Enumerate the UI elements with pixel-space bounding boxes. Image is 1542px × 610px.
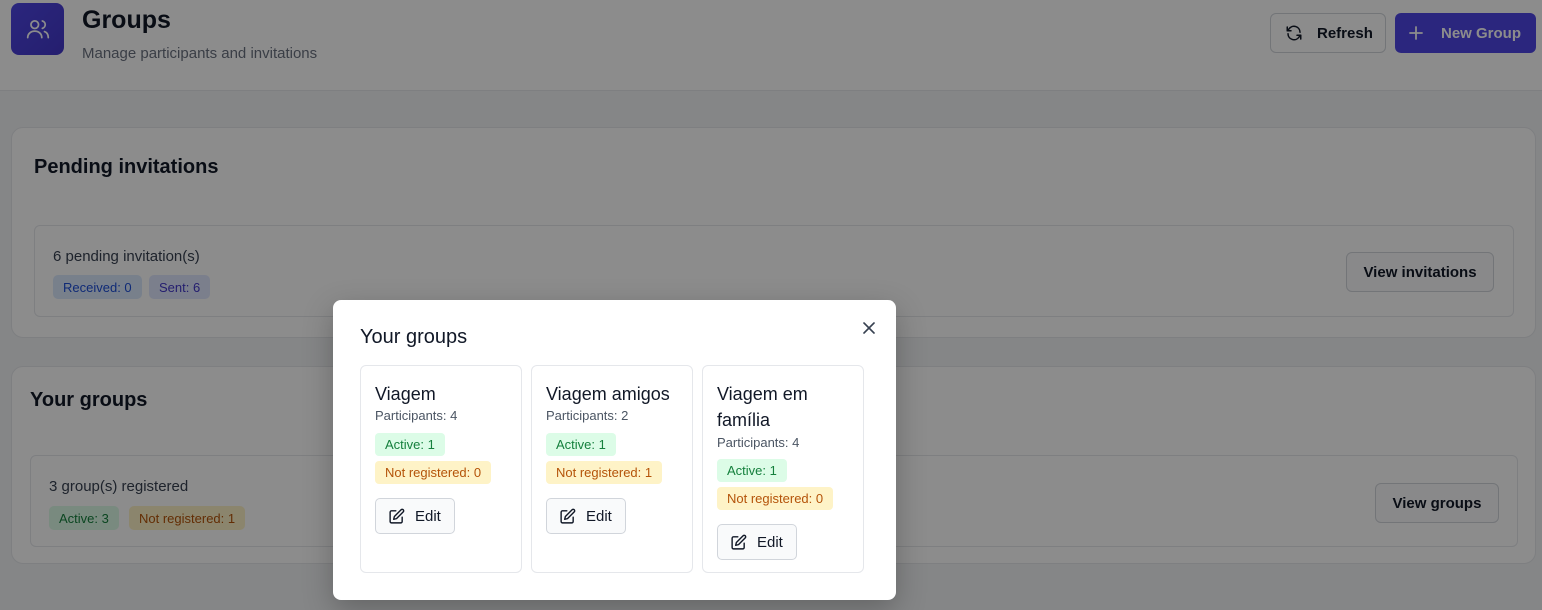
edit-icon	[559, 508, 576, 525]
group-card: Viagem Participants: 4 Active: 1 Not reg…	[360, 365, 522, 573]
group-participants: Participants: 2	[546, 408, 629, 423]
group-not-registered-badge: Not registered: 1	[546, 461, 663, 484]
edit-label: Edit	[586, 507, 612, 525]
edit-group-button[interactable]: Edit	[717, 524, 797, 560]
group-participants: Participants: 4	[375, 408, 458, 423]
group-name: Viagem amigos	[546, 384, 670, 404]
edit-group-button[interactable]: Edit	[546, 498, 626, 534]
group-active-badge: Active: 1	[546, 433, 616, 456]
edit-label: Edit	[757, 533, 783, 551]
group-card: Viagem amigos Participants: 2 Active: 1 …	[531, 365, 693, 573]
edit-icon	[730, 534, 747, 551]
edit-group-button[interactable]: Edit	[375, 498, 455, 534]
close-button[interactable]	[859, 318, 879, 338]
group-active-badge: Active: 1	[375, 433, 445, 456]
edit-icon	[388, 508, 405, 525]
group-card: Viagem em família Participants: 4 Active…	[702, 365, 864, 573]
group-active-badge: Active: 1	[717, 459, 787, 482]
group-not-registered-badge: Not registered: 0	[375, 461, 492, 484]
group-not-registered-badge: Not registered: 0	[717, 487, 834, 510]
edit-label: Edit	[415, 507, 441, 525]
modal-title: Your groups	[360, 326, 468, 348]
close-icon	[863, 322, 875, 334]
group-participants: Participants: 4	[717, 435, 800, 450]
your-groups-modal: Your groups Viagem Participants: 4 Activ…	[333, 300, 896, 600]
group-name: Viagem em família	[717, 384, 808, 430]
group-name: Viagem	[375, 384, 436, 404]
